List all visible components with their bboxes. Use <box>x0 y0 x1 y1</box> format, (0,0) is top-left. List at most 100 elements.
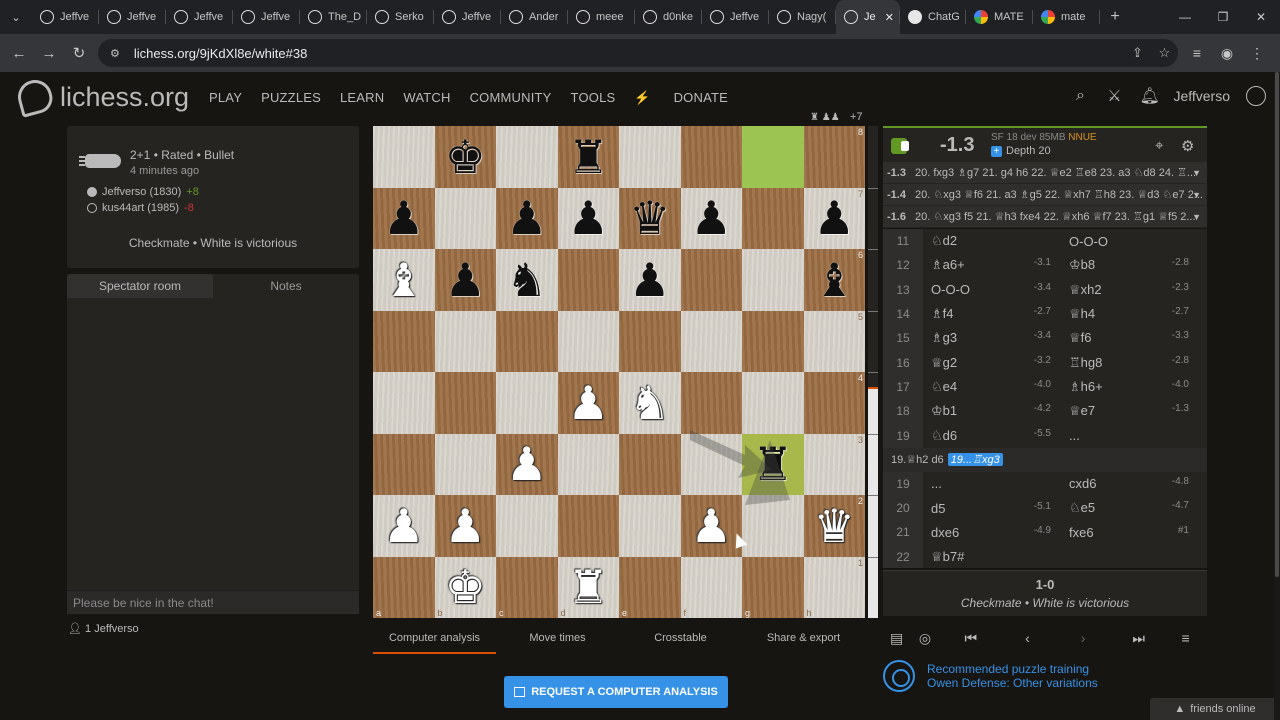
black-move[interactable]: ♘e5 -4.7 <box>1061 500 1199 516</box>
white-rook-icon[interactable]: ♜ <box>568 564 609 610</box>
black-pawn-icon[interactable]: ♟ <box>691 195 732 241</box>
black-move[interactable]: ♕e7 -1.3 <box>1061 403 1199 419</box>
white-pawn-icon[interactable]: ♟ <box>445 503 486 549</box>
tab-search-button[interactable]: ⌄ <box>0 0 32 34</box>
white-move[interactable]: d5 -5.1 <box>923 501 1061 516</box>
black-move[interactable]: ♕h4 -2.7 <box>1061 306 1199 322</box>
menu-icon[interactable]: ≡ <box>1164 630 1207 646</box>
square-d6[interactable] <box>557 249 619 311</box>
square-d4[interactable]: ♟ <box>557 372 619 434</box>
square-f2[interactable]: ♟ <box>680 495 742 557</box>
square-b6[interactable]: ♟ <box>434 249 496 311</box>
pv-line[interactable]: -1.4 20. ♘xg3 ♕f6 21. a3 ♗g5 22. ♕xh7 ♖h8… <box>883 184 1207 206</box>
square-b8[interactable]: ♚ <box>434 126 496 188</box>
last-move-icon[interactable]: ⏭ <box>1113 630 1164 647</box>
profile-icon[interactable]: ◉ <box>1212 45 1242 62</box>
nav-learn[interactable]: LEARN <box>340 90 384 106</box>
square-g7[interactable] <box>742 187 804 249</box>
square-a8[interactable] <box>373 126 435 188</box>
target-icon[interactable]: ◎ <box>910 630 939 647</box>
nav-tools[interactable]: TOOLS <box>571 90 616 106</box>
browser-tab[interactable]: Nagy( <box>769 0 836 34</box>
black-pawn-icon[interactable]: ♟ <box>629 257 670 303</box>
pv-line[interactable]: -1.6 20. ♘xg3 f5 21. ♕h3 fxe4 22. ♕xh6 ♕f… <box>883 206 1207 228</box>
nav-play[interactable]: PLAY <box>209 90 242 106</box>
depth-plus-icon[interactable]: + <box>991 145 1002 157</box>
white-pawn-icon[interactable]: ♟ <box>506 441 547 487</box>
square-f5[interactable] <box>680 310 742 372</box>
browser-tab[interactable]: The_D <box>300 0 367 34</box>
square-g8[interactable] <box>742 126 804 188</box>
square-a7[interactable]: ♟ <box>373 187 435 249</box>
white-move[interactable]: ♔b1 -4.2 <box>923 403 1061 419</box>
square-f1[interactable]: f <box>680 556 742 618</box>
square-d8[interactable]: ♜ <box>557 126 619 188</box>
square-g5[interactable] <box>742 310 804 372</box>
reload-button[interactable]: ↻ <box>64 44 94 62</box>
square-h4[interactable]: 4 <box>803 372 865 434</box>
browser-tab[interactable]: Ander <box>501 0 568 34</box>
browser-tab[interactable]: Jeffve <box>166 0 233 34</box>
square-d5[interactable] <box>557 310 619 372</box>
square-d1[interactable]: ♜ d <box>557 556 619 618</box>
square-h3[interactable]: 3 <box>803 433 865 495</box>
white-move[interactable]: ♘e4 -4.0 <box>923 379 1061 395</box>
square-b7[interactable] <box>434 187 496 249</box>
white-bishop-icon[interactable]: ♝ <box>383 257 424 303</box>
square-g2[interactable] <box>742 495 804 557</box>
chess-board[interactable]: ♚ ♜ 8 ♟ ♟ ♟ ♛ ♟ ♟ 7 ♝ ♟ ♞ ♟ ♝ 6 5 ♟ ♞ 4 ♟ ♜ 3 ♟ ♟ ♟ ♛ 2 a ♚ b c ♜ d e f g 1 h <box>373 126 865 618</box>
square-e7[interactable]: ♛ <box>619 187 681 249</box>
forward-button[interactable]: → <box>34 45 64 62</box>
black-queen-icon[interactable]: ♛ <box>629 195 670 241</box>
square-c2[interactable] <box>496 495 558 557</box>
search-icon[interactable]: ⌕ <box>1071 87 1089 105</box>
square-b5[interactable] <box>434 310 496 372</box>
square-c6[interactable]: ♞ <box>496 249 558 311</box>
prev-move-icon[interactable]: ‹ <box>1002 630 1053 646</box>
black-move[interactable]: cxd6 -4.8 <box>1061 476 1199 491</box>
black-move[interactable]: ♔b8 -2.8 <box>1061 257 1199 273</box>
install-app-icon[interactable]: ⇪ <box>1124 45 1151 61</box>
site-logo[interactable]: lichess.org <box>14 76 189 118</box>
square-f8[interactable] <box>680 126 742 188</box>
white-move[interactable]: ♘d2 <box>923 233 1061 249</box>
square-e6[interactable]: ♟ <box>619 249 681 311</box>
black-pawn-icon[interactable]: ♟ <box>445 257 486 303</box>
nav-donate[interactable]: ⚡ DONATE <box>634 90 747 106</box>
puzzle-line-1[interactable]: Recommended puzzle training <box>927 662 1098 676</box>
white-move[interactable]: ♕b7# <box>923 549 1061 565</box>
square-a3[interactable] <box>373 433 435 495</box>
next-move-icon[interactable]: › <box>1053 630 1114 646</box>
square-d2[interactable] <box>557 495 619 557</box>
browser-tab[interactable]: Serko <box>367 0 434 34</box>
new-tab-button[interactable]: + <box>1100 8 1130 26</box>
pv-line[interactable]: -1.3 20. fxg3 ♗g7 21. g4 h6 22. ♕e2 ♖e8 2… <box>883 162 1207 184</box>
browser-tab[interactable]: Je ✕ <box>836 0 900 34</box>
white-pawn-icon[interactable]: ♟ <box>568 380 609 426</box>
tab-close-icon[interactable]: ✕ <box>885 11 894 24</box>
white-king-icon[interactable]: ♚ <box>445 564 486 610</box>
white-move[interactable]: ♗f4 -2.7 <box>923 306 1061 322</box>
tab-crosstable[interactable]: Crosstable <box>619 632 742 654</box>
user-menu[interactable]: Jeffverso <box>1173 88 1230 104</box>
expand-pv-icon[interactable]: ▼ <box>1192 190 1201 200</box>
black-pawn-icon[interactable]: ♟ <box>568 195 609 241</box>
square-h5[interactable]: 5 <box>803 310 865 372</box>
white-move[interactable]: O-O-O -3.4 <box>923 282 1061 297</box>
square-c1[interactable]: c <box>496 556 558 618</box>
square-f6[interactable] <box>680 249 742 311</box>
nav-watch[interactable]: WATCH <box>403 90 450 106</box>
white-move[interactable]: ♗a6+ -3.1 <box>923 257 1061 273</box>
square-c8[interactable] <box>496 126 558 188</box>
back-button[interactable]: ← <box>4 45 34 62</box>
browser-tab[interactable]: MATE <box>966 0 1033 34</box>
nav-puzzles[interactable]: PUZZLES <box>261 90 321 106</box>
square-f3[interactable] <box>680 433 742 495</box>
browser-tab[interactable]: Jeffve <box>702 0 769 34</box>
variation-current-move[interactable]: 19...♖xg3 <box>947 453 1003 467</box>
request-analysis-button[interactable]: REQUEST A COMPUTER ANALYSIS <box>504 676 728 708</box>
chat-input[interactable]: Please be nice in the chat! <box>67 590 359 614</box>
white-pawn-icon[interactable]: ♟ <box>383 503 424 549</box>
square-g4[interactable] <box>742 372 804 434</box>
black-pawn-icon[interactable]: ♟ <box>814 195 855 241</box>
